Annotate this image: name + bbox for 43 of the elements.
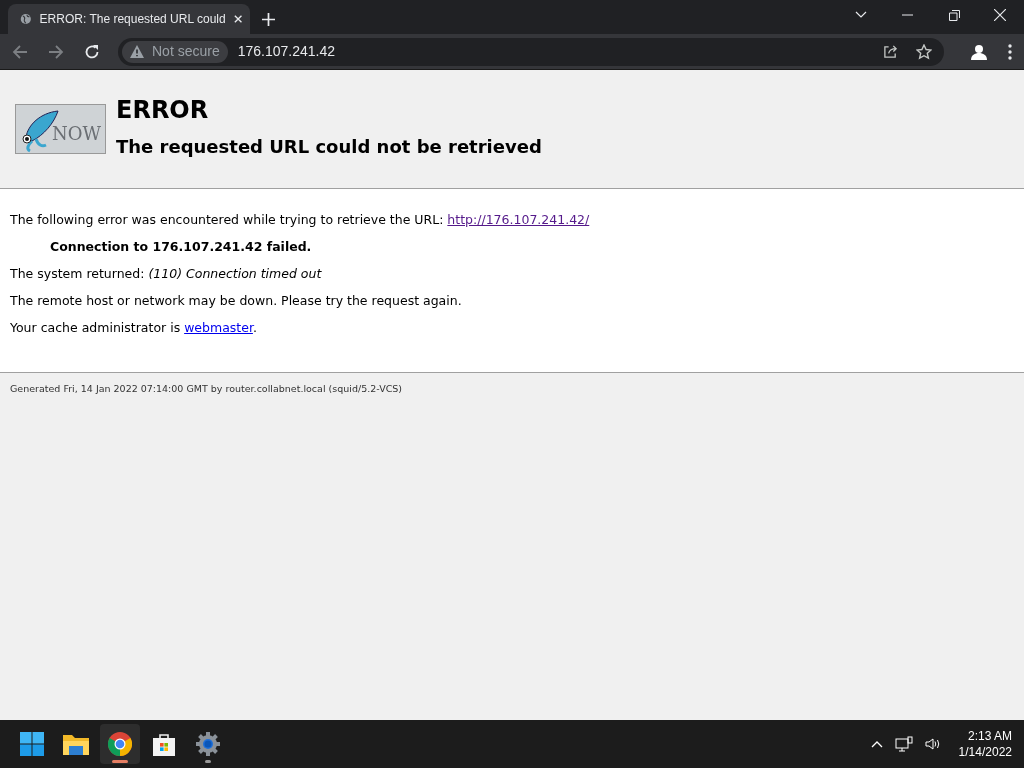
clock-time: 2:13 AM	[967, 728, 1012, 744]
store-bag-icon	[152, 732, 176, 756]
webmaster-link[interactable]: webmaster	[184, 320, 253, 335]
browser-tab[interactable]: ERROR: The requested URL could	[8, 4, 250, 34]
error-subtitle: The requested URL could not be retrieved	[116, 135, 542, 159]
forward-arrow-icon[interactable]	[48, 43, 64, 60]
profile-icon[interactable]	[970, 42, 988, 61]
menu-icon[interactable]	[1008, 43, 1012, 60]
network-icon[interactable]	[894, 736, 913, 752]
star-icon[interactable]	[916, 43, 932, 60]
clock-date: 1/14/2022	[958, 744, 1012, 760]
reload-icon[interactable]	[84, 43, 100, 60]
error-title: ERROR	[116, 95, 210, 125]
globe-icon	[20, 12, 32, 26]
gear-icon	[196, 732, 220, 756]
tab-search-icon[interactable]	[855, 11, 867, 19]
chevron-up-icon[interactable]	[870, 740, 883, 748]
intro-text: The following error was encountered while trying to retrieve the URL: http://176.107.241.42/	[10, 211, 591, 229]
restore-icon[interactable]	[949, 9, 960, 21]
error-detail: Connection to 176.107.241.42 failed.	[49, 238, 313, 256]
advice-text: The remote host or network may be down. Please try the request again.	[10, 292, 463, 310]
url-text: 176.107.241.42	[237, 42, 336, 61]
footer-text: Generated Fri, 14 Jan 2022 07:14:00 GMT by router.collabnet.local (squid/5.2-VCS)	[9, 382, 403, 396]
address-bar[interactable]: Not secure 176.107.241.42	[118, 37, 944, 66]
admin-text: Your cache administrator is webmaster.	[10, 319, 258, 337]
warning-icon	[130, 45, 144, 58]
close-window-icon[interactable]	[994, 9, 1006, 21]
share-icon[interactable]	[883, 44, 898, 59]
url-link[interactable]: http://176.107.241.42/	[447, 212, 590, 227]
new-tab-icon[interactable]	[262, 13, 275, 26]
tab-title: ERROR: The requested URL could	[39, 11, 226, 28]
taskbar-app[interactable]	[100, 724, 140, 764]
logo-text: NOW	[52, 121, 101, 146]
windows-logo-icon	[20, 732, 44, 756]
chrome-logo-icon	[108, 732, 132, 756]
back-arrow-icon[interactable]	[12, 43, 28, 60]
system-returned-text: The system returned: (110) Connection timed out	[10, 265, 323, 283]
security-label: Not secure	[152, 42, 220, 61]
close-icon[interactable]	[233, 14, 242, 24]
clock[interactable]: 2:13 AM 1/14/2022	[958, 728, 1012, 760]
folder-icon	[63, 733, 89, 755]
volume-icon[interactable]	[924, 737, 941, 751]
security-chip[interactable]: Not secure	[122, 40, 228, 63]
